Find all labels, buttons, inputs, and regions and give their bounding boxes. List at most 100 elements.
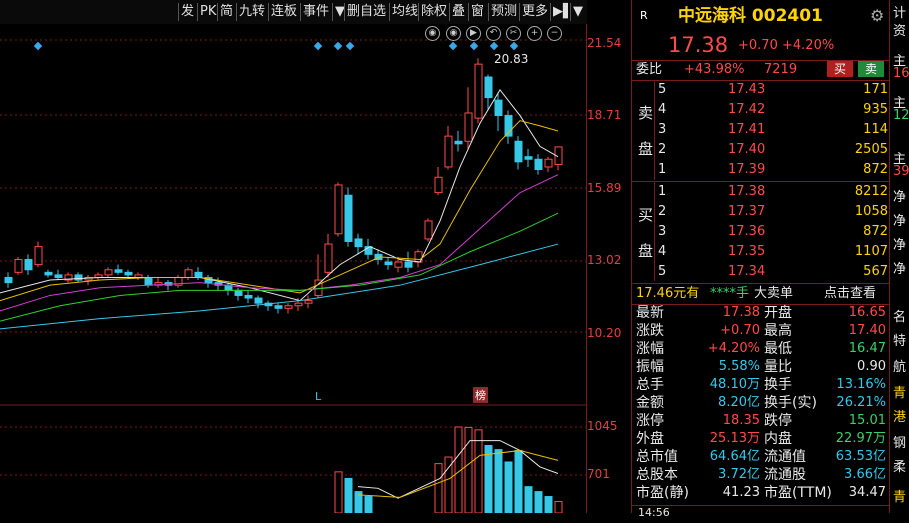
r-badge: R — [640, 9, 648, 22]
candle-body — [304, 300, 313, 304]
scissors-icon[interactable]: ✂ — [506, 26, 521, 41]
volume-bar — [494, 449, 503, 514]
candle-body — [284, 305, 293, 309]
price-tick: 15.89 — [587, 181, 622, 195]
stat-value: 16.47 — [848, 341, 886, 356]
kline-chart[interactable] — [0, 24, 587, 514]
stat-value: 17.38 — [722, 305, 760, 320]
candle-body — [324, 243, 333, 273]
toolbar-item-10[interactable]: 叠 — [449, 3, 467, 21]
candle-body — [274, 305, 283, 309]
bid-price: 17.38 — [728, 184, 766, 199]
ask-volume: 114 — [863, 122, 888, 137]
volume-bar — [514, 449, 523, 514]
toolbar-item-8[interactable]: 均线 — [389, 3, 420, 21]
candle-body — [54, 274, 63, 278]
price-tick: 18.71 — [587, 108, 622, 122]
candle-body — [424, 220, 433, 240]
volume-bar — [474, 429, 483, 514]
ask-volume: 872 — [863, 162, 888, 177]
toolbar-item-11[interactable]: 窗 — [468, 3, 486, 21]
candle-body — [74, 274, 83, 281]
candle-body — [514, 140, 523, 163]
bid-level: 2 — [658, 204, 667, 219]
candle-body — [334, 184, 343, 235]
candle-body — [104, 269, 113, 276]
toolbar-item-7[interactable]: 删自选 — [344, 3, 388, 21]
stat-value: 3.72亿 — [718, 467, 760, 482]
stat-label: 市盈(静) — [636, 485, 689, 501]
stat-label: 换手(实) — [764, 395, 817, 411]
toolbar-item-13[interactable]: 更多 — [519, 3, 550, 21]
candle-body — [114, 269, 123, 273]
volume-bar — [434, 463, 443, 514]
play-icon[interactable]: ▶ — [466, 26, 481, 41]
ask-level: 2 — [658, 142, 667, 157]
plus-circle-icon[interactable]: + — [527, 26, 542, 41]
stat-value: +0.70 — [720, 323, 760, 338]
strip-item: 航 — [893, 360, 907, 375]
ask-price: 17.43 — [728, 82, 766, 97]
weibi-value: +43.98% — [684, 62, 745, 77]
stat-label: 外盘 — [636, 431, 664, 447]
minus-circle-icon[interactable]: − — [547, 26, 562, 41]
bigorder-link[interactable]: 点击查看 — [824, 284, 876, 304]
stat-label: 内盘 — [764, 431, 792, 447]
buy-label: 买 — [638, 206, 654, 224]
strip-item: 特 — [893, 334, 907, 349]
price-tick: 21.54 — [587, 36, 622, 50]
toolbar-item-4[interactable]: 连板 — [268, 3, 299, 21]
candle-body — [14, 258, 23, 273]
buy-button[interactable]: 买 — [827, 61, 853, 77]
eye-icon[interactable]: ◉ — [425, 26, 440, 41]
bid-price: 17.36 — [728, 224, 766, 239]
eye-icon[interactable]: ◉ — [446, 26, 461, 41]
strip-item: 39 — [893, 164, 909, 179]
candle-body — [34, 246, 43, 266]
stat-label: 涨跌 — [636, 323, 664, 339]
sell-button[interactable]: 卖 — [858, 61, 884, 77]
toolbar-item-0[interactable]: 发 — [178, 3, 196, 21]
candle-body — [384, 261, 393, 266]
ask-volume: 935 — [863, 102, 888, 117]
stat-value: 3.66亿 — [844, 467, 886, 482]
volume-bar — [554, 500, 563, 514]
strip-item: 净 — [893, 214, 907, 229]
strip-item: 青 — [893, 386, 907, 401]
candle-body — [184, 269, 193, 278]
settings-gear-icon[interactable]: ⚙ — [870, 6, 884, 25]
stat-label: 量比 — [764, 359, 792, 375]
toolbar-item-9[interactable]: 除权 — [418, 3, 449, 21]
stat-label: 最低 — [764, 341, 792, 357]
toolbar-item-5[interactable]: 事件 — [300, 3, 331, 21]
volume-bar — [504, 461, 513, 514]
sell-label-2: 盘 — [638, 140, 654, 158]
bid-level: 4 — [658, 244, 667, 259]
candle-body — [254, 297, 263, 304]
toolbar-item-2[interactable]: 简 — [217, 3, 235, 21]
bigorder-stars: ****手 — [710, 286, 750, 301]
toolbar-item-15[interactable]: ▼ — [570, 3, 585, 21]
stat-label: 总股本 — [636, 467, 678, 483]
candle-body — [24, 258, 33, 271]
stat-value: 16.65 — [848, 305, 886, 320]
ask-price: 17.42 — [728, 102, 766, 117]
volume-bar — [444, 456, 453, 514]
toolbar-item-12[interactable]: 预测 — [488, 3, 519, 21]
buy-label-2: 盘 — [638, 242, 654, 260]
toolbar-item-3[interactable]: 九转 — [236, 3, 267, 21]
kline-svg[interactable] — [0, 24, 587, 514]
strip-item: 港 — [893, 410, 907, 425]
price-axis — [586, 24, 587, 513]
stat-value: 41.23 — [722, 485, 760, 500]
undo-icon[interactable]: ↶ — [486, 26, 501, 41]
ask-volume: 171 — [863, 82, 888, 97]
price-change-pct: +4.20% — [782, 38, 835, 53]
buy-side-label — [634, 181, 655, 281]
stat-label: 跌停 — [764, 413, 792, 429]
ask-price: 17.41 — [728, 122, 766, 137]
candle-body — [464, 112, 473, 142]
stat-label: 总市值 — [636, 449, 678, 465]
toolbar-item-1[interactable]: PK — [197, 3, 218, 21]
candle-body — [294, 302, 303, 307]
